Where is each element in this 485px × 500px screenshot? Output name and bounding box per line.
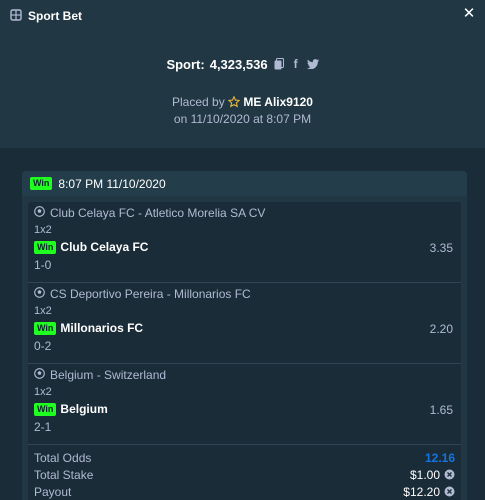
soccer-ball-icon (34, 368, 45, 382)
market-name: 1x2 (34, 224, 52, 236)
bet-summary: Total Odds 12.16 Total Stake $1.00 Payou… (28, 449, 461, 500)
total-odds-row: Total Odds 12.16 (34, 449, 455, 466)
status-badge: Win (34, 321, 57, 335)
coin-icon (444, 486, 455, 497)
match-name: Belgium - Switzerland (50, 368, 167, 382)
sport-label: Sport: (166, 56, 205, 72)
ticket-time: 8:07 PM 11/10/2020 (58, 176, 166, 191)
ticket-legs: Club Celaya FC - Atletico Morelia SA CV … (28, 202, 461, 500)
payout-label: Payout (34, 484, 72, 499)
modal-title-bar: Sport Bet (10, 8, 82, 24)
status-badge: Win (34, 402, 57, 416)
leg-odds: 3.35 (429, 241, 453, 255)
match-row[interactable]: CS Deportivo Pereira - Millonarios FC (34, 287, 251, 301)
payout-value: $12.20 (403, 484, 440, 499)
copy-icon[interactable] (273, 57, 285, 71)
pick-row: Win Millonarios FC (34, 321, 143, 335)
total-stake-label: Total Stake (34, 467, 94, 482)
status-badge: Win (34, 240, 57, 254)
list-item: Belgium - Switzerland 1x2 Win Belgium 1.… (28, 364, 461, 444)
soccer-ball-icon (34, 287, 45, 301)
total-odds-label: Total Odds (34, 450, 92, 465)
payout-value-group: $12.20 (403, 485, 455, 499)
pick-row: Win Belgium (34, 402, 108, 416)
ticket-header: Win 8:07 PM 11/10/2020 (22, 171, 467, 196)
final-score: 1-0 (34, 258, 52, 272)
pick-name: Belgium (60, 402, 108, 416)
match-name: CS Deportivo Pereira - Millonarios FC (50, 287, 251, 301)
bet-id-line: Sport: 4,323,536 f (0, 55, 485, 73)
final-score: 2-1 (34, 420, 52, 434)
market-name: 1x2 (34, 305, 52, 317)
total-stake-value: $1.00 (409, 467, 440, 482)
modal-title: Sport Bet (28, 9, 82, 23)
placed-date: on 11/10/2020 at 8:07 PM (173, 112, 312, 126)
market-name: 1x2 (34, 386, 52, 398)
coin-icon (444, 469, 455, 480)
final-score: 0-2 (34, 339, 52, 353)
placed-by-label: Placed by (172, 95, 225, 109)
close-icon[interactable]: ✕ (461, 6, 477, 22)
bet-ticket: Win 8:07 PM 11/10/2020 Club Celaya FC - … (22, 171, 467, 500)
total-odds-value: 12.16 (424, 450, 455, 465)
soccer-ball-icon (34, 206, 45, 220)
total-stake-value-group: $1.00 (410, 468, 455, 482)
header: Sport Bet ✕ Sport: 4,323,536 f Placed by… (0, 0, 485, 148)
facebook-icon[interactable]: f (290, 57, 302, 71)
list-item: Club Celaya FC - Atletico Morelia SA CV … (28, 202, 461, 282)
match-name: Club Celaya FC - Atletico Morelia SA CV (50, 206, 266, 220)
pick-name: Club Celaya FC (60, 240, 149, 254)
star-icon (227, 95, 241, 112)
match-row[interactable]: Club Celaya FC - Atletico Morelia SA CV (34, 206, 265, 220)
placed-by-info: Placed by ME Alix9120 on 11/10/2020 at 8… (0, 95, 485, 127)
status-badge: Win (30, 177, 53, 190)
username-link[interactable]: ME Alix9120 (243, 95, 313, 109)
list-item: CS Deportivo Pereira - Millonarios FC 1x… (28, 283, 461, 363)
twitter-icon[interactable] (306, 57, 319, 71)
ticket-icon (10, 8, 22, 24)
leg-odds: 2.20 (429, 322, 453, 336)
pick-name: Millonarios FC (60, 321, 144, 335)
match-row[interactable]: Belgium - Switzerland (34, 368, 166, 382)
total-stake-row: Total Stake $1.00 (34, 466, 455, 483)
divider (28, 444, 461, 445)
pick-row: Win Club Celaya FC (34, 240, 148, 254)
leg-odds: 1.65 (429, 403, 453, 417)
bet-id: 4,323,536 (209, 56, 268, 72)
payout-row: Payout $12.20 (34, 483, 455, 500)
